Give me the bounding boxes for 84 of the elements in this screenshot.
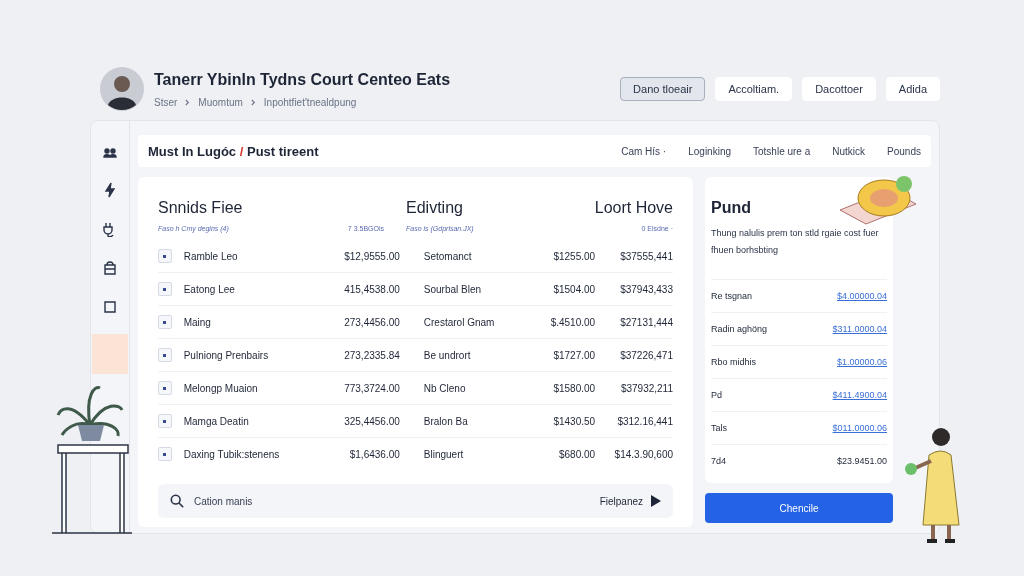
table-cell-text: $1504.00 <box>552 283 596 295</box>
table-cell-text: Eatong Lee <box>183 283 236 295</box>
table-cell-text: Sourbal Blen <box>423 283 483 295</box>
table-cell-text: $12,9555.00 <box>343 250 401 262</box>
table-cell-text: $.4510.00 <box>549 316 596 328</box>
table-cell-text: $1255.00 <box>552 250 596 262</box>
table-cell-text: 415,4538.00 <box>343 283 401 295</box>
table-cell-text: $37943,433 <box>619 283 673 295</box>
row-icon <box>158 282 172 296</box>
table-cell-text: Bralon Ba <box>423 415 469 427</box>
table-cell-text: Pulniong Prenbairs <box>183 349 270 361</box>
table-cell-text: Maing <box>183 316 212 328</box>
summary-label: Radin aghöng <box>711 324 768 334</box>
table-cell-text: $312.16,441 <box>616 415 673 427</box>
table-cell-text: Crestarol Gnam <box>423 316 496 328</box>
bolt-icon <box>102 182 118 198</box>
summary-title: Pund <box>711 199 752 217</box>
column-heading: Snnids Fiee <box>158 199 244 217</box>
summary-total: $23.9451.00 <box>836 456 887 466</box>
table-cell-text: Nb Cleno <box>423 382 467 394</box>
summary-label: Pd <box>711 390 722 400</box>
table-cell-text: Mamga Deatin <box>183 415 250 427</box>
breadcrumb-link[interactable]: Inpohtfiet'tnealdpung <box>263 96 357 108</box>
table-cell-text: Setomanct <box>423 250 473 262</box>
tab[interactable]: Cam Hís · <box>621 145 667 157</box>
column-heading: Loort Hove <box>593 199 673 217</box>
row-icon <box>158 447 172 461</box>
action-button[interactable]: Adida <box>885 77 940 101</box>
tab[interactable]: Totshle ure a <box>753 145 811 157</box>
table-cell-text: $37555,441 <box>619 250 673 262</box>
summary-link[interactable]: $011.0000.06 <box>832 423 887 433</box>
table-cell-text: 325,4456.00 <box>343 415 401 427</box>
table-cell-text: $1430.50 <box>552 415 596 427</box>
tab[interactable]: Pounds <box>887 145 921 157</box>
summary-label: Re tsgnan <box>711 291 753 301</box>
table-cell-text: $1580.00 <box>552 382 596 394</box>
table-cell-text: Be undrort <box>423 349 472 361</box>
chevron-icon <box>185 98 191 106</box>
search-icon <box>170 494 184 508</box>
avatar <box>100 67 144 111</box>
page-title: Tanerr Ybinln Tydns Court Centeo Eats <box>154 70 451 89</box>
table-cell-text: $37932,211 <box>619 382 673 394</box>
row-icon <box>158 414 172 428</box>
row-icon <box>158 381 172 395</box>
table-cell-text: $1727.00 <box>552 349 596 361</box>
chevron-icon <box>250 98 256 106</box>
row-icon <box>158 348 172 362</box>
primary-button[interactable]: Chencile <box>705 493 893 523</box>
breadcrumb-link[interactable]: Stser <box>154 96 178 108</box>
summary-link[interactable]: $411.4900.04 <box>832 390 887 400</box>
summary-label: Tals <box>711 423 727 433</box>
search-field[interactable]: Cation manis Fielpanez <box>158 484 673 518</box>
table-cell-text: Melongp Muaion <box>183 382 259 394</box>
table-cell-text: $1,6436.00 <box>348 448 401 460</box>
breadcrumb-link[interactable]: Muomtum <box>198 96 243 108</box>
play-icon <box>651 495 661 507</box>
table-cell-text: Daxing Tubik:stenens <box>183 448 281 460</box>
table-cell-text: 273,4456.00 <box>343 316 401 328</box>
summary-link[interactable]: $1.00000.06 <box>836 357 887 367</box>
bag-icon <box>102 260 118 276</box>
table-cell-text: 773,3724.00 <box>343 382 401 394</box>
table-cell-text: 273,2335.84 <box>343 349 401 361</box>
action-button[interactable]: Dacottoer <box>802 77 876 101</box>
tab[interactable]: Loginking <box>688 145 731 157</box>
square-icon <box>102 299 118 315</box>
summary-description: Thung nalulis prem ton stld rgaie cost fuer fhuen borhsbting <box>711 227 880 257</box>
action-button[interactable]: Accoltiam. <box>715 77 793 101</box>
table-cell-text: $37226,471 <box>619 349 673 361</box>
summary-label: 7d4 <box>711 456 727 466</box>
table-cell-text: Ramble Leo <box>183 250 239 262</box>
action-button[interactable]: Dano tloeair <box>620 77 706 101</box>
summary-label: Rbo midhis <box>711 357 757 367</box>
summary-link[interactable]: $4.00000.04 <box>836 291 887 301</box>
table-cell-text: $27131,444 <box>619 316 673 328</box>
column-heading: Edivting <box>406 199 464 217</box>
table-cell-text: Blinguert <box>423 448 465 460</box>
table-cell-text: $14.3.90,600 <box>613 448 673 460</box>
summary-link[interactable]: $311.0000.04 <box>832 324 887 334</box>
search-action-button[interactable]: Fielpanez <box>599 495 661 507</box>
row-icon <box>158 315 172 329</box>
tab[interactable]: Nutkick <box>832 145 866 157</box>
table-cell-text: $680.00 <box>557 448 596 460</box>
row-icon <box>158 249 172 263</box>
section-title: Must In Lugóc / Pust tireent <box>148 143 319 159</box>
